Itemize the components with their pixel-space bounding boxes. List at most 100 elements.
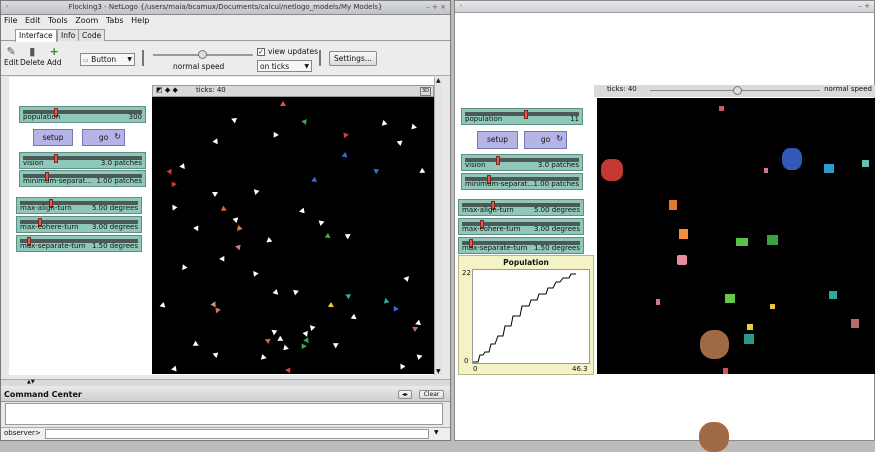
history-dropdown-icon[interactable]: ▼ bbox=[434, 429, 439, 436]
patch-teal-dark bbox=[744, 334, 754, 344]
boid-agent bbox=[403, 276, 411, 283]
world-view[interactable] bbox=[152, 97, 434, 374]
slider-knob[interactable] bbox=[524, 110, 528, 119]
scroll-up-arrow[interactable]: ▲ bbox=[436, 77, 441, 84]
command-center-header: Command Center ◂▸ Clear bbox=[1, 388, 450, 402]
menu-help[interactable]: Help bbox=[131, 16, 149, 25]
slider-max-cohere-turn[interactable]: max-cohere-turn 3.00 degrees bbox=[16, 216, 142, 233]
window-controls[interactable]: – + × bbox=[426, 1, 446, 14]
slider-knob[interactable] bbox=[496, 156, 500, 165]
boid-agent bbox=[341, 130, 349, 139]
setup-button[interactable]: setup bbox=[33, 129, 73, 146]
patch-sky bbox=[824, 164, 834, 173]
boid-agent bbox=[219, 255, 227, 264]
patch-yellow-small bbox=[770, 304, 775, 309]
view-control-icons[interactable]: ◩ ◆ ◆ bbox=[156, 86, 178, 95]
go-button[interactable]: go ↻ bbox=[524, 131, 567, 149]
tab-code[interactable]: Code bbox=[78, 29, 106, 41]
patch-teal bbox=[829, 291, 837, 299]
interface-canvas: population 300 setup go ↻ vision 3.0 pat… bbox=[9, 77, 442, 375]
add-label: Add bbox=[47, 58, 62, 67]
go-button[interactable]: go ↻ bbox=[82, 129, 125, 146]
slider-value: 1.50 degrees bbox=[534, 244, 580, 252]
delete-label: Delete bbox=[20, 58, 45, 67]
patch-cluster-brown bbox=[699, 422, 729, 452]
menu-tools[interactable]: Tools bbox=[48, 16, 68, 25]
edit-tool[interactable]: ✎ Edit bbox=[4, 46, 19, 68]
slider-max-align-turn[interactable]: max-align-turn 5.00 degrees bbox=[458, 199, 584, 216]
slider-minimum-separation[interactable]: minimum-separat... 1.00 patches bbox=[19, 170, 146, 187]
boid-agent bbox=[400, 363, 406, 370]
delete-tool[interactable]: ▮ Delete bbox=[20, 46, 45, 68]
boid-agent bbox=[391, 305, 399, 314]
update-mode-select[interactable]: on ticks ▼ bbox=[257, 60, 312, 72]
boid-agent bbox=[212, 138, 218, 145]
speed-slider-knob[interactable] bbox=[733, 86, 742, 95]
boid-agent bbox=[299, 341, 307, 350]
update-mode-value: on ticks bbox=[260, 62, 290, 71]
patch-rose bbox=[719, 106, 724, 111]
view-updates-checkbox[interactable]: ✓ bbox=[257, 48, 265, 56]
go-label: go bbox=[98, 133, 109, 142]
window-menu-icon[interactable]: ◦ bbox=[459, 1, 463, 12]
widget-type-select[interactable]: ▭ Button ▼ bbox=[80, 53, 135, 66]
slider-knob[interactable] bbox=[54, 154, 58, 163]
clear-button[interactable]: Clear bbox=[419, 390, 444, 399]
popout-button[interactable]: ◂▸ bbox=[398, 390, 412, 399]
window-menu-icon[interactable]: ◦ bbox=[5, 1, 9, 14]
3d-view-button[interactable]: 3D bbox=[419, 87, 431, 96]
tab-info[interactable]: Info bbox=[57, 29, 80, 41]
boid-agent bbox=[231, 115, 239, 124]
boid-agent bbox=[219, 205, 227, 214]
chevron-down-icon: ▼ bbox=[127, 56, 132, 63]
agent-selector[interactable]: observer> bbox=[4, 429, 41, 437]
command-input[interactable] bbox=[45, 429, 429, 439]
edit-label: Edit bbox=[4, 58, 19, 67]
menu-zoom[interactable]: Zoom bbox=[75, 16, 98, 25]
vertical-scrollbar[interactable]: ▲ ▼ bbox=[434, 77, 442, 375]
tab-interface[interactable]: Interface bbox=[15, 29, 57, 42]
slider-population[interactable]: population 300 bbox=[19, 106, 146, 123]
slider-max-separate-turn[interactable]: max-separate-turn 1.50 degrees bbox=[458, 237, 584, 254]
boid-agent bbox=[419, 167, 427, 176]
boid-agent bbox=[265, 236, 273, 243]
patch-turquoise bbox=[862, 160, 869, 167]
setup-button[interactable]: setup bbox=[477, 131, 518, 149]
patch-pink bbox=[677, 255, 687, 265]
slider-population[interactable]: population 11 bbox=[461, 108, 583, 125]
population-plot[interactable]: Population 22 0 0 46.3 bbox=[458, 255, 594, 375]
menu-file[interactable]: File bbox=[4, 16, 17, 25]
menu-tabs[interactable]: Tabs bbox=[106, 16, 124, 25]
world-view[interactable] bbox=[597, 98, 875, 452]
split-pane-divider[interactable]: ▲▼ bbox=[1, 379, 450, 386]
slider-max-align-turn[interactable]: max-align-turn 5.00 degrees bbox=[16, 197, 142, 214]
scroll-down-arrow[interactable]: ▼ bbox=[436, 368, 441, 375]
plot-y-min: 0 bbox=[464, 357, 469, 365]
slider-label: max-align-turn bbox=[20, 204, 72, 212]
slider-minimum-separation[interactable]: minimum-separat... 1.00 patches bbox=[461, 173, 583, 190]
slider-value: 5.00 degrees bbox=[534, 206, 580, 214]
slider-label: population bbox=[465, 115, 503, 123]
command-output bbox=[5, 403, 443, 425]
boid-agent bbox=[309, 324, 317, 331]
slider-vision[interactable]: vision 3.0 patches bbox=[19, 152, 146, 169]
settings-button[interactable]: Settings... bbox=[329, 51, 377, 66]
menu-edit[interactable]: Edit bbox=[25, 16, 41, 25]
add-tool[interactable]: + Add bbox=[47, 46, 62, 68]
boid-agent bbox=[409, 123, 417, 132]
collapse-arrows-icon[interactable]: ▲▼ bbox=[27, 379, 35, 385]
slider-vision[interactable]: vision 3.0 patches bbox=[461, 154, 583, 171]
boid-agent bbox=[411, 326, 419, 333]
plot-y-max: 22 bbox=[462, 269, 471, 277]
boid-agent bbox=[277, 335, 285, 344]
slider-value: 3.0 patches bbox=[100, 159, 142, 167]
slider-value: 1.50 degrees bbox=[92, 242, 138, 250]
patch-mauve bbox=[851, 319, 859, 328]
slider-max-separate-turn[interactable]: max-separate-turn 1.50 degrees bbox=[16, 235, 142, 252]
slider-max-cohere-turn[interactable]: max-cohere-turn 3.00 degrees bbox=[458, 218, 584, 235]
world-view-header: ticks: 40 normal speed bbox=[594, 85, 875, 97]
boid-agent bbox=[327, 301, 335, 308]
forever-icon: ↻ bbox=[114, 132, 121, 141]
speed-slider-knob[interactable] bbox=[198, 50, 207, 59]
window-controls[interactable]: – + bbox=[858, 1, 870, 12]
